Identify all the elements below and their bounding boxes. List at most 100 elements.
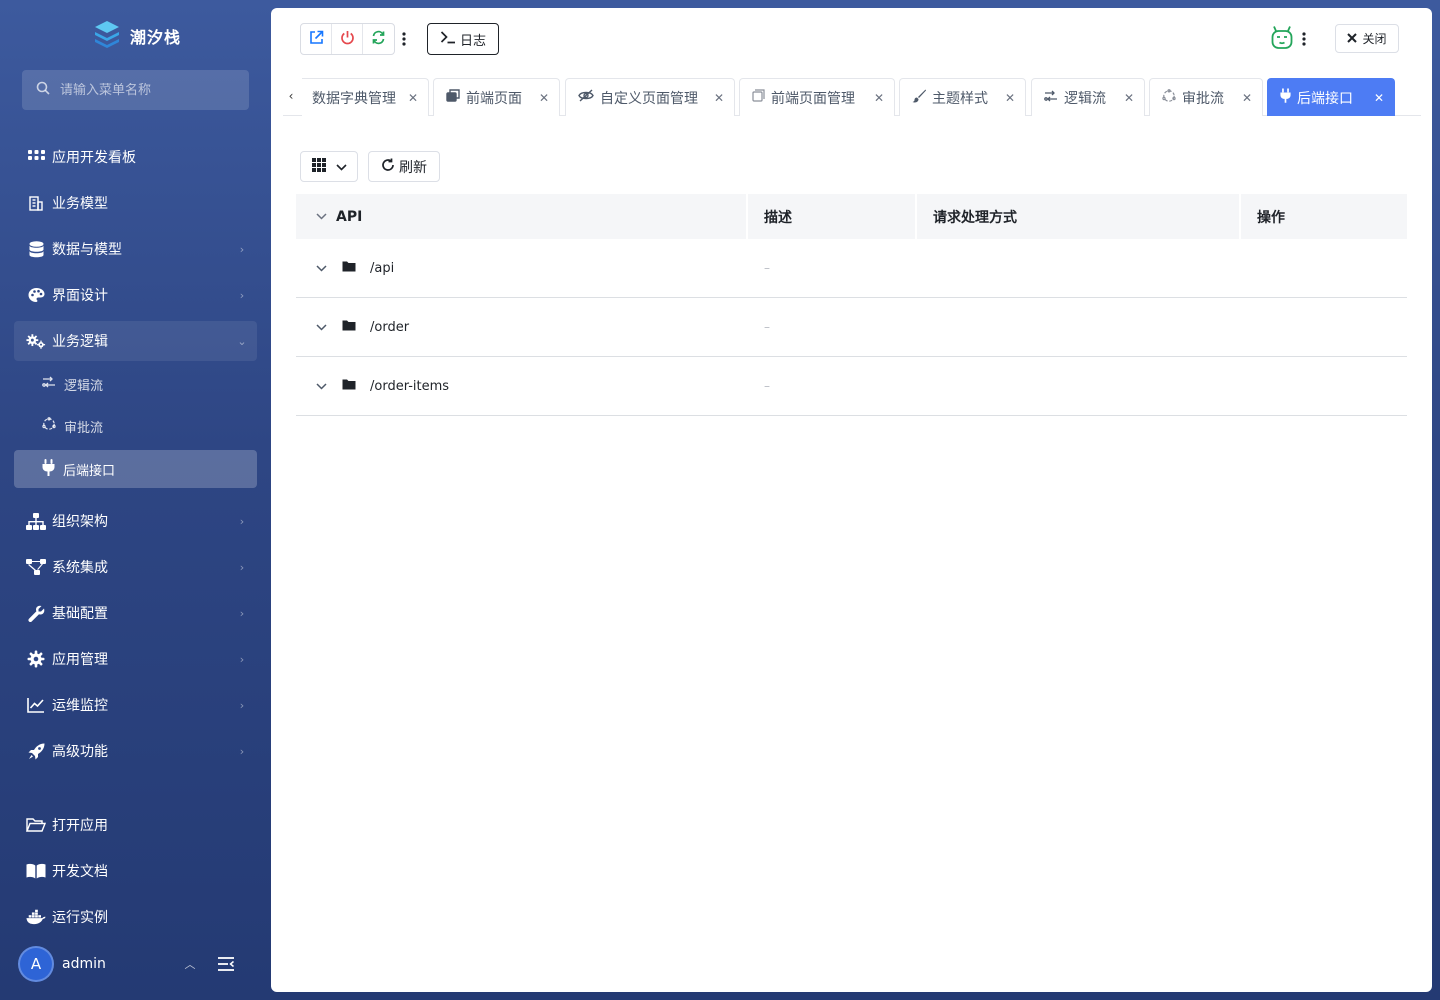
menu-item-business-model[interactable]: 业务模型 <box>14 183 257 223</box>
menu-item-instances[interactable]: 运行实例 <box>14 897 257 937</box>
sub-item-approval-flow[interactable]: 审批流 <box>14 407 257 445</box>
tab-logic-flow[interactable]: 逻辑流 ✕ <box>1031 78 1145 116</box>
menu-item-integration[interactable]: 系统集成 › <box>14 547 257 587</box>
table-header: API 描述 请求处理方式 操作 <box>296 194 1407 239</box>
cell-description: – <box>764 379 770 393</box>
close-label: 关闭 <box>1362 32 1387 46</box>
tab-approval-flow[interactable]: 审批流 ✕ <box>1149 78 1263 116</box>
search-icon <box>36 81 50 99</box>
tab-close-icon[interactable]: ✕ <box>1242 91 1252 105</box>
tab-label: 后端接口 <box>1297 90 1353 107</box>
collapse-sidebar-icon[interactable] <box>214 952 238 976</box>
more-options-icon[interactable] <box>1299 30 1309 48</box>
wrench-icon <box>26 603 46 623</box>
menu-label: 开发文档 <box>52 864 108 880</box>
tab-close-icon[interactable]: ✕ <box>408 91 418 105</box>
column-label: 描述 <box>764 209 792 226</box>
tab-close-icon[interactable]: ✕ <box>1005 91 1015 105</box>
robot-icon[interactable] <box>1270 25 1294 51</box>
app-action-group <box>300 23 395 55</box>
brand[interactable]: 潮汐栈 <box>92 20 181 52</box>
restart-app-button[interactable] <box>363 24 394 54</box>
sub-item-backend-api[interactable]: 后端接口 <box>14 450 257 488</box>
chevron-right-icon: › <box>239 744 245 758</box>
column-header-description: 描述 <box>748 194 917 239</box>
sub-item-logic-flow[interactable]: 逻辑流 <box>14 365 257 403</box>
tab-frontend-pages[interactable]: 前端页面 ✕ <box>433 78 560 116</box>
menu-item-base-config[interactable]: 基础配置 › <box>14 593 257 633</box>
api-table: API 描述 请求处理方式 操作 /api – /order – /order-… <box>296 194 1407 416</box>
chevron-down-icon <box>335 159 347 175</box>
chevron-down-icon[interactable] <box>314 379 328 393</box>
terminal-icon <box>440 30 456 48</box>
external-link-icon <box>309 30 324 49</box>
menu-item-business-logic[interactable]: 业务逻辑 ⌄ <box>14 321 257 361</box>
refresh-button[interactable]: 刷新 <box>368 151 440 182</box>
tab-close-icon[interactable]: ✕ <box>1374 91 1384 105</box>
tab-custom-page-management[interactable]: 自定义页面管理 ✕ <box>565 78 735 116</box>
chevron-right-icon: › <box>239 606 245 620</box>
log-button[interactable]: 日志 <box>427 23 499 55</box>
tab-label: 主题样式 <box>932 90 988 107</box>
tab-close-icon[interactable]: ✕ <box>874 91 884 105</box>
tab-label: 前端页面 <box>466 90 522 107</box>
chevron-down-icon[interactable] <box>314 320 328 334</box>
menu-item-advanced[interactable]: 高级功能 › <box>14 731 257 771</box>
tab-close-icon[interactable]: ✕ <box>1124 91 1134 105</box>
logo-icon <box>92 19 122 53</box>
column-header-api[interactable]: API <box>296 194 748 239</box>
chevron-down-icon[interactable] <box>314 261 328 275</box>
menu-label: 高级功能 <box>52 744 108 760</box>
menu-item-org[interactable]: 组织架构 › <box>14 501 257 541</box>
tab-label: 数据字典管理 <box>312 90 396 107</box>
menu-label: 应用开发看板 <box>52 150 136 166</box>
tab-close-icon[interactable]: ✕ <box>714 91 724 105</box>
cell-actions <box>1241 239 1407 297</box>
sub-item-label: 审批流 <box>64 420 104 436</box>
chevron-up-icon[interactable]: ︿ <box>172 956 208 972</box>
plug-icon <box>42 458 55 480</box>
avatar[interactable]: A <box>18 946 54 982</box>
menu-item-ui-design[interactable]: 界面设计 › <box>14 275 257 315</box>
menu-item-dashboard[interactable]: 应用开发看板 <box>14 137 257 177</box>
menu-item-app-management[interactable]: 应用管理 › <box>14 639 257 679</box>
menu-item-docs[interactable]: 开发文档 <box>14 851 257 891</box>
sub-item-label: 逻辑流 <box>64 378 104 394</box>
menu-label: 界面设计 <box>52 288 108 304</box>
log-label: 日志 <box>459 33 486 49</box>
table-row[interactable]: /order-items – <box>296 357 1407 416</box>
tab-data-dictionary[interactable]: 数据字典管理 ✕ <box>302 78 429 116</box>
menu-item-data-model[interactable]: 数据与模型 › <box>14 229 257 269</box>
cell-description: – <box>764 261 770 275</box>
chevron-down-icon: ⌄ <box>237 334 247 348</box>
cell-request-handling <box>917 239 1241 297</box>
brush-icon <box>912 89 926 107</box>
search-input[interactable] <box>60 82 240 98</box>
chevron-right-icon: › <box>239 698 245 712</box>
line-chart-icon <box>26 695 46 715</box>
username[interactable]: admin <box>62 956 172 972</box>
open-app-button[interactable] <box>301 24 332 54</box>
menu-search[interactable] <box>22 70 249 110</box>
approval-icon <box>1162 88 1176 107</box>
close-button[interactable]: 关闭 <box>1335 24 1399 53</box>
chevron-left-icon[interactable]: ‹ <box>285 88 297 104</box>
menu-item-monitoring[interactable]: 运维监控 › <box>14 685 257 725</box>
view-switch-button[interactable] <box>300 151 358 182</box>
more-actions-icon[interactable] <box>399 30 409 48</box>
expand-all-icon[interactable] <box>314 210 328 224</box>
tab-close-icon[interactable]: ✕ <box>539 91 549 105</box>
table-row[interactable]: /order – <box>296 298 1407 357</box>
table-row[interactable]: /api – <box>296 239 1407 298</box>
column-header-request-handling: 请求处理方式 <box>917 194 1241 239</box>
stop-app-button[interactable] <box>332 24 363 54</box>
tab-theme-style[interactable]: 主题样式 ✕ <box>899 78 1026 116</box>
tab-bar: ‹ 数据字典管理 ✕ 前端页面 ✕ 自定义页面管理 ✕ 前端页面管理 ✕ 主题样… <box>283 78 1421 116</box>
menu-item-open-app[interactable]: 打开应用 <box>14 805 257 845</box>
chevron-right-icon: › <box>239 288 245 302</box>
tab-backend-api[interactable]: 后端接口 ✕ <box>1267 78 1395 116</box>
column-label: 请求处理方式 <box>933 209 1017 226</box>
docker-icon <box>26 907 46 927</box>
tab-frontend-page-management[interactable]: 前端页面管理 ✕ <box>739 78 895 116</box>
menu-label: 打开应用 <box>52 818 108 834</box>
